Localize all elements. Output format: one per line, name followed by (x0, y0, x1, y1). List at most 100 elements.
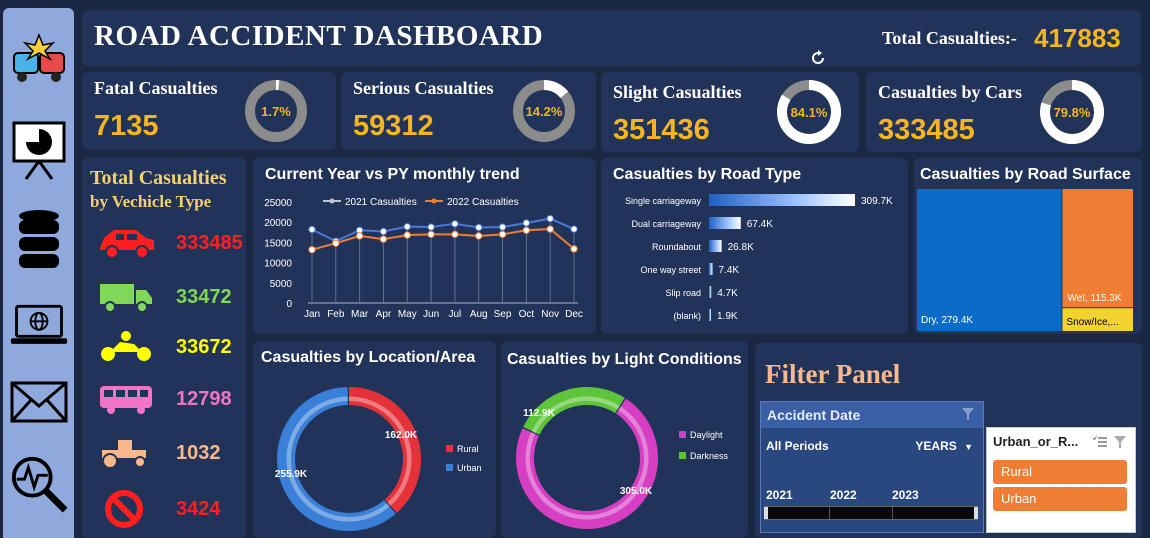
treemap-cell (917, 189, 1062, 331)
x-tick-label: Oct (519, 309, 535, 320)
vehicle-row-bus[interactable]: 12798 (96, 379, 246, 419)
bar-value-label: 309.7K (861, 196, 893, 207)
chevron-down-icon: ▼ (964, 442, 973, 452)
laptop-globe-icon[interactable] (9, 296, 69, 356)
period-unit-dropdown[interactable]: YEARS ▼ (915, 439, 973, 453)
kpi-value: 333485 (878, 114, 975, 146)
vehicle-value: 33672 (176, 335, 232, 358)
road-type-chart[interactable]: Casualties by Road Type Single carriagew… (601, 158, 908, 334)
light-chart[interactable]: Casualties by Light Conditions 305.0K 112… (501, 341, 748, 538)
location-plot: 162.0K 255.9K Rural Urban (275, 387, 482, 531)
no-entry-icon (105, 490, 143, 528)
data-point (379, 227, 388, 236)
donut-fill (543, 80, 569, 99)
vehicle-value: 12798 (176, 387, 232, 410)
x-tick-label: Mar (351, 309, 369, 320)
location-chart[interactable]: Casualties by Location/Area 162.0K 255.9K… (253, 341, 496, 538)
vehicle-row-other[interactable]: 3424 (96, 489, 246, 529)
area-option-rural[interactable]: Rural (993, 460, 1127, 484)
filter-panel-title: Filter Panel (765, 359, 901, 389)
bar (709, 286, 712, 298)
road-surface-chart[interactable]: Casualties by Road Surface Dry, 279.4K We… (914, 158, 1142, 334)
road-surface-plot: Dry, 279.4K Wet, 115.3K Snow/Ice,... (917, 189, 1133, 331)
data-point (308, 245, 316, 254)
legend-swatch (679, 431, 686, 438)
page-title: ROAD ACCIDENT DASHBOARD (94, 20, 544, 52)
year-label[interactable]: 2021 (766, 488, 793, 502)
data-point (403, 231, 411, 239)
multi-select-icon[interactable] (1092, 435, 1107, 453)
legend-swatch (446, 464, 453, 471)
x-tick-label: Aug (470, 309, 488, 320)
category-label: Roundabout (652, 242, 702, 252)
year-label[interactable]: 2022 (830, 488, 857, 502)
legend-label: Daylight (690, 430, 723, 440)
vehicle-value: 33472 (176, 285, 232, 308)
vehicle-value: 333485 (176, 231, 243, 254)
slice-highlight (286, 396, 390, 522)
vehicle-type-panel: Total Casualties by Vechicle Type 333485… (82, 157, 246, 538)
clear-filter-icon[interactable] (1113, 435, 1127, 454)
data-point (522, 219, 531, 227)
x-tick-label: Jan (304, 309, 320, 320)
x-tick-label: Jun (423, 309, 439, 320)
bar-value-label: 1.9K (717, 311, 738, 322)
database-icon[interactable] (9, 208, 69, 268)
kpi-card-serious[interactable]: Serious Casualties 59312 14.2% (341, 72, 596, 150)
vehicle-row-car[interactable]: 333485 (96, 223, 246, 263)
timeline-bar[interactable] (764, 506, 978, 520)
vehicle-row-tractor[interactable]: 1032 (96, 433, 246, 473)
presentation-chart-icon[interactable] (9, 120, 69, 180)
kpi-donut: 79.8% (1040, 80, 1104, 144)
category-label: Dual carriageway (631, 219, 701, 229)
search-analytics-icon[interactable] (9, 454, 69, 514)
kpi-card-cars[interactable]: Casualties by Cars 333485 79.8% (866, 72, 1142, 152)
period-label: All Periods (766, 439, 829, 453)
bar (709, 217, 741, 229)
filter-panel: Filter Panel Accident Date All Periods Y… (755, 343, 1142, 538)
monthly-trend-chart[interactable]: Current Year vs PY monthly trend 0 5000 10… (253, 158, 596, 334)
vehicle-row-motorcycle[interactable]: 33672 (96, 327, 246, 367)
x-tick-label: Feb (327, 309, 345, 320)
slice-value-label: 112.9K (523, 408, 555, 419)
slice-value-label: 255.9K (275, 469, 308, 480)
x-tick-label: Jul (449, 309, 462, 320)
kpi-card-slight[interactable]: Slight Casualties 351436 84.1% (601, 50, 859, 152)
data-point (570, 225, 578, 233)
year-label[interactable]: 2023 (892, 488, 919, 502)
envelope-icon[interactable] (9, 372, 69, 432)
vehicle-panel-title-line2: by Vechicle Type (90, 192, 212, 211)
kpi-label: Serious Casualties (353, 78, 494, 98)
rotate-handle-icon[interactable] (810, 50, 826, 66)
area-slicer[interactable]: Urban_or_R... Rural Urban (986, 427, 1136, 533)
bar (709, 309, 711, 321)
accident-date-slicer[interactable]: Accident Date All Periods YEARS ▼ 2021 2… (760, 401, 984, 533)
timeline-divider (892, 507, 893, 519)
vehicle-row-truck[interactable]: 33472 (96, 277, 246, 317)
y-tick-label: 20000 (264, 218, 292, 229)
data-point (475, 232, 483, 240)
legend-label: Darkness (690, 451, 729, 461)
kpi-label: Casualties by Cars (878, 82, 1023, 102)
timeline-handle-left[interactable] (764, 507, 768, 519)
area-option-urban[interactable]: Urban (993, 487, 1127, 511)
timeline-handle-right[interactable] (974, 507, 978, 519)
kpi-card-fatal[interactable]: Fatal Casualties 7135 1.7% (82, 72, 336, 150)
data-point (332, 239, 340, 247)
vehicle-value: 1032 (176, 441, 221, 464)
donut-slice (277, 387, 396, 531)
treemap-label: Snow/Ice,... (1066, 317, 1118, 328)
total-casualties-value: 417883 (1034, 23, 1121, 53)
kpi-value: 59312 (353, 110, 434, 142)
clear-filter-icon[interactable] (961, 407, 975, 424)
crash-car-icon[interactable] (9, 30, 69, 90)
y-tick-label: 0 (286, 299, 292, 310)
motorcycle-icon (101, 331, 151, 361)
treemap-cell (1062, 189, 1133, 308)
legend-marker (329, 198, 335, 204)
timeline-divider (829, 507, 830, 519)
series-line (311, 228, 575, 251)
road-type-plot: Single carriageway 309.7K Dual carriageway… (625, 194, 893, 322)
period-unit-value: YEARS (915, 439, 957, 453)
x-tick-label: Dec (565, 309, 583, 320)
